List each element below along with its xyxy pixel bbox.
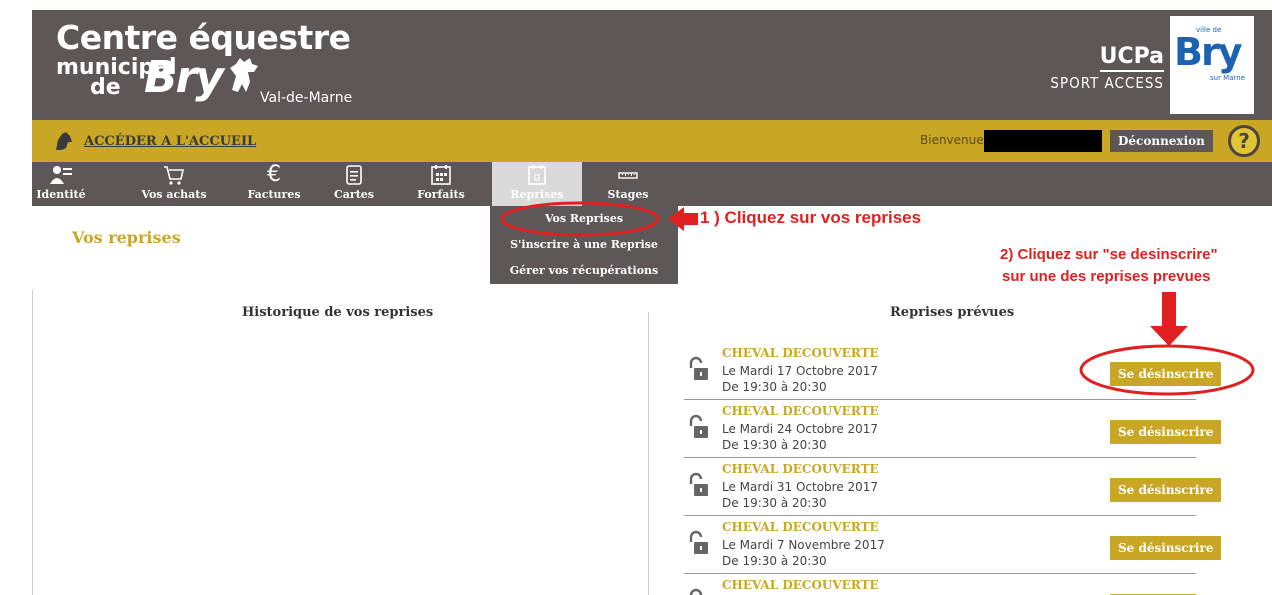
ucpa-logo: UCPa SPORT ACCESS — [1022, 44, 1164, 92]
unsubscribe-button[interactable]: Se désinscrire — [1110, 478, 1222, 502]
reprise-item: CHEVAL DECOUVERTE — [684, 576, 1196, 595]
reprise-date: Le Mardi 31 Octobre 2017 — [722, 480, 879, 494]
nav-item-label: Identité — [36, 188, 86, 201]
reprise-name: CHEVAL DECOUVERTE — [722, 578, 879, 592]
annotation-step1: 1 ) Cliquez sur vos reprises — [700, 208, 922, 227]
ville-bry-logo-name: Bry — [1174, 30, 1242, 74]
id-card-icon — [32, 162, 90, 188]
nav-item-label: Factures — [247, 188, 301, 201]
ville-bry-logo-marne: sur Marne — [1210, 74, 1246, 82]
nav-item-stages[interactable]: Stages — [598, 162, 658, 206]
logout-button[interactable]: Déconnexion — [1110, 130, 1213, 152]
annotation-step2-line2: sur une des reprises prevues — [1002, 268, 1211, 285]
unlock-icon — [686, 588, 710, 595]
cart-icon — [132, 162, 216, 188]
card-icon — [326, 162, 382, 188]
nav-item-reprises[interactable]: Reprises — [492, 162, 582, 206]
nav-item-label: Reprises — [510, 188, 564, 201]
user-bar: ACCÉDER A L'ACCUEIL Bienvenue Déconnexio… — [32, 120, 1272, 162]
reprise-date: Le Mardi 24 Octobre 2017 — [722, 422, 879, 436]
history-panel — [32, 290, 648, 595]
nav-item-label: Vos achats — [141, 188, 207, 201]
unsubscribe-button[interactable]: Se désinscrire — [1110, 536, 1222, 560]
nav-item-label: Cartes — [334, 188, 374, 201]
site-header: Centre équestre municipal de Bry Val-de-… — [32, 10, 1272, 120]
panel-divider — [648, 312, 649, 595]
reprise-item: CHEVAL DECOUVERTE Le Mardi 17 Octobre 20… — [684, 344, 1222, 400]
help-icon[interactable]: ? — [1228, 125, 1260, 157]
calendar-grid-icon — [408, 162, 474, 188]
nav-item-factures[interactable]: € Factures — [244, 162, 304, 206]
home-link-label: ACCÉDER A L'ACCUEIL — [84, 133, 257, 149]
unlock-icon — [686, 472, 710, 502]
reprise-time: De 19:30 à 20:30 — [722, 438, 827, 452]
reprise-item: CHEVAL DECOUVERTE Le Mardi 7 Novembre 20… — [684, 518, 1222, 574]
euro-icon: € — [267, 162, 281, 187]
unlock-icon — [686, 356, 710, 386]
horse-logo-icon — [230, 58, 258, 92]
reprise-date: Le Mardi 7 Novembre 2017 — [722, 538, 885, 552]
reprises-submenu: Vos Reprises S'inscrire à une Reprise Gé… — [490, 206, 678, 284]
reprise-name: CHEVAL DECOUVERTE — [722, 404, 879, 418]
reprise-name: CHEVAL DECOUVERTE — [722, 462, 879, 476]
unsubscribe-button[interactable]: Se désinscrire — [1110, 362, 1222, 386]
upcoming-title: Reprises prévues — [890, 305, 1015, 320]
calendar-icon — [492, 162, 582, 188]
username-redacted — [984, 130, 1102, 152]
reprise-time: De 19:30 à 20:30 — [722, 554, 827, 568]
reprise-name: CHEVAL DECOUVERTE — [722, 520, 879, 534]
unlock-icon — [686, 530, 710, 560]
reprise-item: CHEVAL DECOUVERTE Le Mardi 31 Octobre 20… — [684, 460, 1222, 516]
nav-item-cartes[interactable]: Cartes — [326, 162, 382, 206]
logo-region: Val-de-Marne — [260, 90, 353, 106]
main-nav: Identité Vos achats € Factures Cartes Fo… — [32, 162, 1272, 206]
nav-item-forfaits[interactable]: Forfaits — [408, 162, 474, 206]
unsubscribe-button[interactable]: Se désinscrire — [1110, 420, 1222, 444]
logo-brand: Bry — [144, 52, 224, 103]
reprise-item: CHEVAL DECOUVERTE Le Mardi 24 Octobre 20… — [684, 402, 1222, 458]
ucpa-subtitle: SPORT ACCESS — [1050, 74, 1164, 92]
history-title: Historique de vos reprises — [242, 305, 434, 320]
nav-item-label: Forfaits — [417, 188, 465, 201]
ville-bry-logo: ville de Bry sur Marne — [1170, 16, 1254, 114]
submenu-inscrire-reprise[interactable]: S'inscrire à une Reprise — [490, 232, 678, 258]
welcome-text: Bienvenue — [920, 133, 984, 147]
page-title: Vos reprises — [72, 228, 181, 247]
reprise-time: De 19:30 à 20:30 — [722, 496, 827, 510]
reprise-date: Le Mardi 17 Octobre 2017 — [722, 364, 879, 378]
unlock-icon — [686, 414, 710, 444]
horse-head-icon — [56, 132, 72, 150]
submenu-vos-reprises[interactable]: Vos Reprises — [490, 206, 678, 232]
reprise-name: CHEVAL DECOUVERTE — [722, 346, 879, 360]
nav-item-vos-achats[interactable]: Vos achats — [132, 162, 216, 206]
nav-item-identite[interactable]: Identité — [32, 162, 90, 206]
home-link[interactable]: ACCÉDER A L'ACCUEIL — [52, 130, 256, 152]
ucpa-name: UCPa — [1099, 44, 1164, 72]
nav-item-label: Stages — [607, 188, 649, 201]
reprise-time: De 19:30 à 20:30 — [722, 380, 827, 394]
ruler-icon — [598, 162, 658, 188]
submenu-gerer-recuperations[interactable]: Gérer vos récupérations — [490, 258, 678, 284]
annotation-step2-line1: 2) Cliquez sur "se desinscrire" — [1000, 246, 1218, 263]
